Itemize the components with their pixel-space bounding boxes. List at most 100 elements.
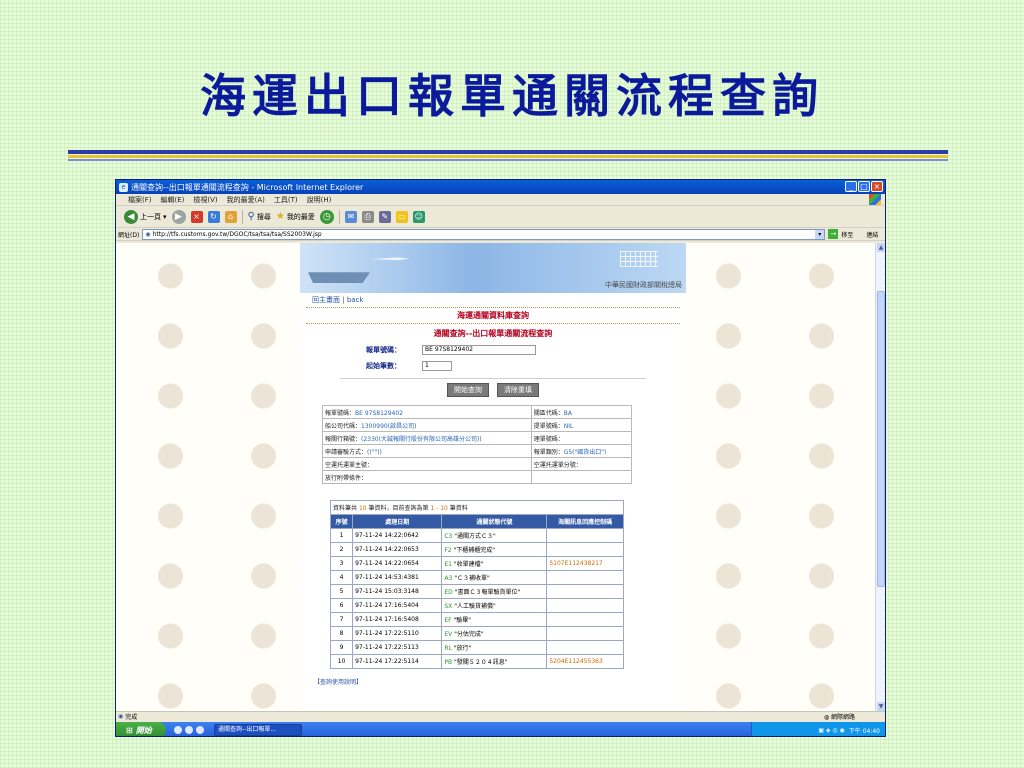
row-date: 97-11-24 17:22:5113 <box>352 640 443 655</box>
menu-bar: 檔案(F) 編輯(E) 檢視(V) 我的最愛(A) 工具(T) 說明(H) <box>116 194 885 206</box>
info-cell: 關區代碼：BA <box>530 405 633 419</box>
status-text: "分估完成" <box>454 631 484 638</box>
menu-tools[interactable]: 工具(T) <box>274 195 298 205</box>
refresh-icon[interactable]: ↻ <box>207 210 220 223</box>
back-button[interactable]: ◀ 上一頁 ▾ <box>124 209 167 224</box>
mail-icon[interactable]: ✉ <box>344 210 357 223</box>
close-button[interactable]: × <box>871 181 883 192</box>
search-button[interactable]: ⚲ 搜尋 <box>248 211 271 222</box>
folder-icon[interactable]: ▭ <box>395 210 408 223</box>
vertical-scrollbar[interactable]: ▲ ▼ <box>875 243 885 711</box>
address-dropdown-icon[interactable]: ▾ <box>815 229 825 239</box>
maximize-button[interactable]: □ <box>858 181 870 192</box>
status-text: "人工驗貨補償" <box>454 603 496 610</box>
favorites-button[interactable]: ★ 我的最愛 <box>276 211 315 222</box>
row-number: 1 <box>329 528 354 543</box>
status-code: ED <box>444 589 453 596</box>
row-date: 97-11-24 17:16:5404 <box>352 598 443 613</box>
menu-help[interactable]: 說明(H) <box>307 195 332 205</box>
links-button[interactable]: 連結 <box>866 230 878 239</box>
info-cell: 提單號碼：NIL <box>530 418 633 432</box>
tray-icon[interactable]: ▣ ◈ ◎ ◉ <box>818 727 844 734</box>
row-control-code <box>546 528 624 543</box>
quicklaunch-icon[interactable] <box>185 726 193 734</box>
history-icon[interactable]: ◷ <box>319 209 334 224</box>
print-icon[interactable]: ⎙ <box>361 210 374 223</box>
status-text: "放行" <box>453 645 472 652</box>
info-label: 申請審驗方式： <box>325 448 368 456</box>
go-button[interactable]: 移至 <box>841 230 853 239</box>
page-icon: ◉ <box>145 230 151 238</box>
menu-favorites[interactable]: 我的最愛(A) <box>227 195 265 205</box>
declaration-info-table: 報單號碼：BE 97S8129402 關區代碼：BA 船公司代碼：1300990… <box>322 405 633 484</box>
ie-icon: e <box>119 182 128 192</box>
window-titlebar: e 通關查詢--出口報單通關流程查詢 - Microsoft Internet … <box>116 180 885 194</box>
info-label: 放行附帶條件： <box>325 474 368 482</box>
search-label: 搜尋 <box>256 212 271 221</box>
edit-icon[interactable]: ✎ <box>378 210 391 223</box>
row-control-code <box>546 584 624 599</box>
menu-view[interactable]: 檢視(V) <box>193 195 217 205</box>
info-value: (2330(大誠報關行股份有限公司高雄分公司)) <box>361 435 482 443</box>
address-input[interactable]: ◉ http://tfs.customs.gov.tw/DGOC/tsa/tsa… <box>142 228 826 240</box>
start-button[interactable]: ⊞ 開始 <box>116 722 166 736</box>
row-control-code <box>546 640 624 655</box>
start-index-input[interactable] <box>422 360 452 371</box>
help-link[interactable]: 【查詢使用說明】 <box>314 677 686 686</box>
page-content: 中華民國財政部關稅總局 回主畫面 | back 海運通關資料庫查詢 通關查詢--… <box>116 243 875 711</box>
table-caption: 資料筆共 10 筆資料，目前查詢為第 1 - 10 筆資料 <box>330 500 624 515</box>
section-heading: 海運通關資料庫查詢 <box>457 311 529 320</box>
row-status: EF "驗畢" <box>441 612 548 627</box>
status-code: E1 <box>444 561 452 568</box>
minimize-button[interactable]: _ <box>845 181 857 192</box>
menu-file[interactable]: 檔案(F) <box>128 195 152 205</box>
ship-image <box>308 272 370 283</box>
taskbar-item-ie[interactable]: 通關查詢--出口報單... <box>214 724 302 736</box>
status-text: 完成 <box>125 714 138 721</box>
toolbar: ◀ 上一頁 ▾ ▶ × ↻ ⌂ ⚲ 搜尋 ★ 我的最愛 ◷ ✉ ⎙ ✎ ▭ ☺ <box>116 206 885 228</box>
back-link[interactable]: back <box>347 296 364 304</box>
toolbar-separator <box>241 209 243 224</box>
row-status: EV "分估完成" <box>441 626 548 641</box>
menu-edit[interactable]: 編輯(E) <box>161 195 185 205</box>
info-cell: 放行附帶條件： <box>322 470 532 484</box>
scroll-down-icon[interactable]: ▼ <box>877 702 885 711</box>
row-date: 97-11-24 14:53:4381 <box>352 570 443 585</box>
scroll-up-icon[interactable]: ▲ <box>877 243 885 252</box>
forward-arrow-icon[interactable]: ▶ <box>171 209 186 224</box>
quicklaunch-icon[interactable] <box>196 726 204 734</box>
messenger-icon[interactable]: ☺ <box>412 210 425 223</box>
info-label: 報單類別： <box>533 448 564 456</box>
caption-text: 筆資料，目前查詢為第 <box>368 505 429 512</box>
status-code: F2 <box>444 547 452 554</box>
home-link[interactable]: 回主畫面 <box>312 296 340 304</box>
info-label: 船公司代碼： <box>325 422 362 430</box>
declaration-number-input[interactable] <box>422 344 536 355</box>
col-header-no: 序號 <box>329 514 354 529</box>
quicklaunch-icon[interactable] <box>174 726 182 734</box>
info-cell: 船公司代碼：1300990(啟昌公司) <box>322 418 532 432</box>
title-rule-blue <box>68 150 948 154</box>
scroll-thumb[interactable] <box>877 291 885 587</box>
address-label: 網址(D) <box>118 231 140 239</box>
stop-icon[interactable]: × <box>190 210 203 223</box>
info-cell: 理單號碼： <box>530 431 633 445</box>
row-number: 8 <box>329 626 354 641</box>
row-number: 10 <box>329 654 354 669</box>
info-value: 1300990(啟昌公司) <box>361 422 417 430</box>
info-cell: 空運托運單分號： <box>530 457 633 471</box>
row-date: 97-11-24 17:16:5408 <box>352 612 443 627</box>
row-status: PB "發關５２０４訊息" <box>441 654 548 669</box>
table-row: 4 97-11-24 14:53:4381 A3 "Ｃ３補收單" <box>329 570 624 585</box>
col-header-control: 海關訊息回應控制碼 <box>546 514 624 529</box>
slide-title: 海運出口報單通關流程查詢 <box>200 69 824 123</box>
row-control-code <box>546 626 624 641</box>
home-icon[interactable]: ⌂ <box>224 210 237 223</box>
go-arrow-icon[interactable]: → <box>828 229 839 239</box>
query-button[interactable]: 開始查詢 <box>447 383 489 397</box>
reset-button[interactable]: 清除重填 <box>497 383 539 397</box>
favorites-label: 我的最愛 <box>286 212 315 221</box>
table-row: 放行附帶條件： <box>322 470 633 484</box>
info-cell: 報單類別：G5("國貨出口") <box>530 444 633 458</box>
page-title: 通關查詢--出口報單通關流程查詢 <box>433 329 553 338</box>
